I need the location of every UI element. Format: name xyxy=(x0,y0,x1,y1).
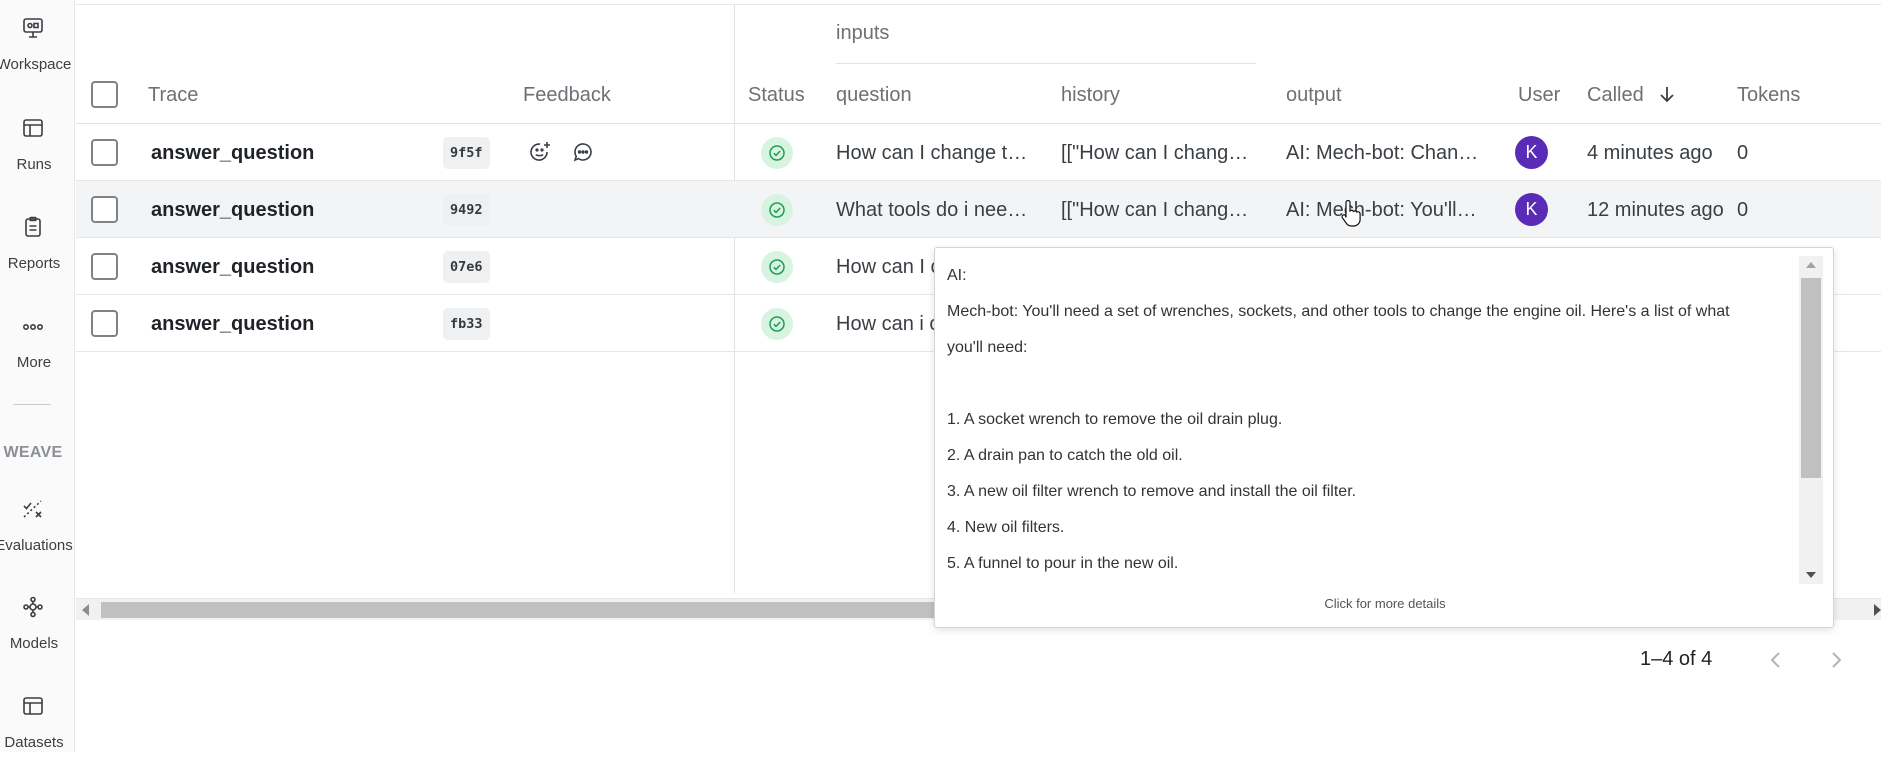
scroll-up-arrow-icon[interactable] xyxy=(1806,262,1816,268)
row-checkbox[interactable] xyxy=(91,253,118,280)
cell-history[interactable]: [["How can I chang… xyxy=(1061,199,1248,222)
sidebar-item-label: More xyxy=(16,354,52,371)
tooltip-line: 5. A funnel to pour in the new oil. xyxy=(947,555,1179,572)
trace-name[interactable]: answer_question xyxy=(151,142,314,165)
status-success-badge xyxy=(761,194,793,226)
datasets-icon xyxy=(21,694,45,718)
sidebar-item-more[interactable]: More xyxy=(0,314,75,394)
sidebar-item-label: Workspace xyxy=(0,56,72,73)
column-header-feedback[interactable]: Feedback xyxy=(523,84,611,107)
select-all-checkbox[interactable] xyxy=(91,81,118,108)
cell-tokens: 0 xyxy=(1737,142,1749,164)
trace-hash-badge: 9f5f xyxy=(443,137,490,169)
more-dots-icon xyxy=(21,314,45,338)
pagination-range: 1–4 of 4 xyxy=(1640,648,1713,670)
tooltip-line: 3. A new oil filter wrench to remove and… xyxy=(947,483,1357,500)
add-reaction-icon[interactable] xyxy=(528,140,552,164)
user-avatar[interactable]: K xyxy=(1515,193,1548,226)
cell-question[interactable]: What tools do i nee… xyxy=(836,199,1027,222)
tooltip-line: AI: xyxy=(947,267,967,284)
previous-page-button[interactable] xyxy=(1764,648,1788,672)
column-header-question[interactable]: question xyxy=(836,84,912,107)
column-header-user[interactable]: User xyxy=(1518,84,1560,107)
table-top-border xyxy=(76,4,1881,5)
column-header-output[interactable]: output xyxy=(1286,84,1342,107)
trace-name[interactable]: answer_question xyxy=(151,199,314,222)
inputs-column-group-header: inputs xyxy=(836,22,890,44)
sidebar-item-label: Reports xyxy=(7,255,61,272)
sidebar-item-evaluations[interactable]: Evaluations xyxy=(0,497,75,577)
cell-question[interactable]: How can I c xyxy=(836,256,940,279)
trace-name[interactable]: answer_question xyxy=(151,313,314,336)
trace-hash-badge: 9492 xyxy=(443,194,490,226)
column-header-tokens[interactable]: Tokens xyxy=(1737,84,1800,107)
sidebar-section-weave: WEAVE xyxy=(3,444,63,461)
sidebar-item-label: Datasets xyxy=(4,734,64,751)
column-header-called[interactable]: Called xyxy=(1587,84,1677,107)
trace-name[interactable]: answer_question xyxy=(151,256,314,279)
next-page-button[interactable] xyxy=(1824,648,1848,672)
row-checkbox[interactable] xyxy=(91,139,118,166)
scroll-down-arrow-icon[interactable] xyxy=(1806,572,1816,578)
cell-output[interactable]: AI: Mech-bot: Chan… xyxy=(1286,142,1478,165)
click-for-more-details-link[interactable]: Click for more details xyxy=(935,596,1835,611)
sidebar-item-label: Models xyxy=(9,635,59,652)
sidebar-item-label: Evaluations xyxy=(0,537,73,554)
reports-clipboard-icon xyxy=(21,215,45,239)
tooltip-vertical-scrollbar[interactable] xyxy=(1799,256,1823,584)
row-checkbox[interactable] xyxy=(91,196,118,223)
sidebar-item-models[interactable]: Models xyxy=(0,595,75,675)
add-comment-icon[interactable] xyxy=(571,140,595,164)
check-circle-icon xyxy=(769,202,785,218)
trace-hash-badge: 07e6 xyxy=(443,251,490,283)
trace-hash-badge: fb33 xyxy=(443,308,490,340)
chevron-left-icon xyxy=(1770,652,1780,668)
chevron-right-icon xyxy=(1832,652,1842,668)
column-header-history[interactable]: history xyxy=(1061,84,1120,107)
cell-history[interactable]: [["How can I chang… xyxy=(1061,142,1248,165)
evaluations-icon xyxy=(21,497,45,521)
left-sidebar: Workspace Runs Reports More WEAVE Evalua… xyxy=(0,0,75,752)
tooltip-line: 4. New oil filters. xyxy=(947,519,1065,536)
cell-question[interactable]: How can I change t… xyxy=(836,142,1027,165)
check-circle-icon xyxy=(769,316,785,332)
tooltip-line: Mech-bot: You'll need a set of wrenches,… xyxy=(947,303,1730,320)
sidebar-item-reports[interactable]: Reports xyxy=(0,215,75,295)
tooltip-line: 2. A drain pan to catch the old oil. xyxy=(947,447,1183,464)
status-success-badge xyxy=(761,308,793,340)
sidebar-item-label: Runs xyxy=(16,156,52,173)
tooltip-line: you'll need: xyxy=(947,339,1028,356)
tooltip-content: AI: Mech-bot: You'll need a set of wrenc… xyxy=(947,258,1787,578)
status-success-badge xyxy=(761,251,793,283)
status-success-badge xyxy=(761,137,793,169)
workspace-icon xyxy=(21,16,45,40)
column-header-status[interactable]: Status xyxy=(748,84,805,107)
sidebar-item-datasets[interactable]: Datasets xyxy=(0,694,75,774)
user-avatar[interactable]: K xyxy=(1515,136,1548,169)
column-header-called-label: Called xyxy=(1587,84,1644,106)
scrollbar-thumb[interactable] xyxy=(1801,278,1821,478)
runs-table-icon xyxy=(21,116,45,140)
scroll-right-arrow-icon[interactable] xyxy=(1874,604,1881,616)
cell-called: 12 minutes ago xyxy=(1587,199,1724,221)
check-circle-icon xyxy=(769,259,785,275)
sidebar-divider xyxy=(13,404,51,405)
row-checkbox[interactable] xyxy=(91,310,118,337)
sidebar-item-runs[interactable]: Runs xyxy=(0,116,75,196)
sidebar-item-workspace[interactable]: Workspace xyxy=(0,16,75,96)
tooltip-blank-line xyxy=(947,366,1787,402)
column-header-trace[interactable]: Trace xyxy=(148,84,198,107)
sort-descending-arrow-icon xyxy=(1660,87,1674,103)
cell-called: 4 minutes ago xyxy=(1587,142,1713,164)
scroll-left-arrow-icon[interactable] xyxy=(82,604,89,616)
cell-question[interactable]: How can i c xyxy=(836,313,939,336)
cell-tokens: 0 xyxy=(1737,199,1749,221)
cell-output[interactable]: AI: Mech-bot: You'll… xyxy=(1286,199,1477,222)
models-icon xyxy=(21,595,45,619)
check-circle-icon xyxy=(769,145,785,161)
output-preview-tooltip[interactable]: AI: Mech-bot: You'll need a set of wrenc… xyxy=(934,247,1834,628)
inputs-group-underline xyxy=(836,63,1256,64)
tooltip-line: 1. A socket wrench to remove the oil dra… xyxy=(947,411,1283,428)
